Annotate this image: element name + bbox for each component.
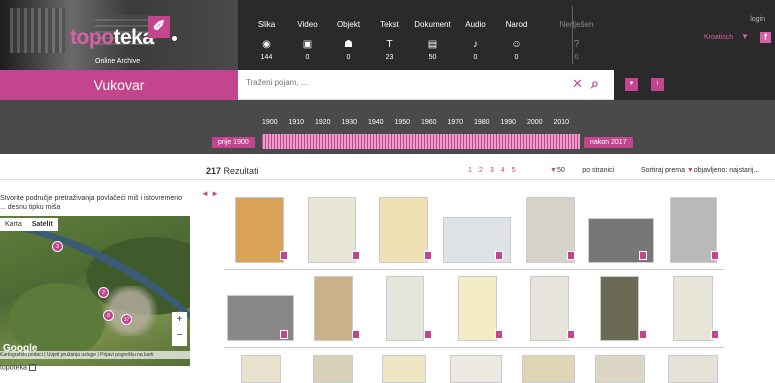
place-title: Vukovar (0, 70, 238, 100)
camera-icon (711, 251, 719, 260)
zoom-control[interactable]: + − (172, 312, 187, 346)
result-thumbnail[interactable] (386, 276, 424, 341)
result-thumbnail[interactable] (595, 355, 645, 383)
category-video[interactable]: Video ▣ 0 (287, 0, 328, 70)
map-pin[interactable]: 37 (121, 314, 132, 325)
search-input[interactable] (246, 78, 546, 87)
result-thumbnail[interactable] (522, 355, 575, 383)
document-icon (567, 251, 575, 260)
tab-satelit[interactable]: Satelit (27, 218, 58, 231)
topoteka-checkbox[interactable]: topoteka (0, 364, 36, 371)
info-icon[interactable]: i (651, 78, 664, 91)
text-icon: T (386, 39, 393, 50)
timeline-slider[interactable] (262, 134, 580, 149)
caret-down-icon: ▼ (550, 167, 557, 174)
caret-down-icon: ▼ (686, 167, 694, 174)
result-thumbnail[interactable] (530, 276, 569, 341)
document-icon (424, 330, 432, 339)
login-link[interactable]: login (750, 16, 765, 23)
clear-icon[interactable]: ✕ (572, 76, 583, 92)
timeline-after[interactable]: nakon 2017 (584, 137, 633, 148)
category-narod[interactable]: Narod ☺ 0 (496, 0, 537, 70)
filter-caret-icon[interactable]: ▼ (625, 78, 638, 91)
page-link[interactable]: 3 (490, 167, 494, 174)
document-icon (280, 251, 288, 260)
document-icon (567, 330, 575, 339)
row-divider (224, 347, 724, 348)
result-thumbnail[interactable] (458, 276, 497, 341)
checkbox-icon[interactable] (28, 364, 36, 371)
page-link[interactable]: 1 (468, 167, 472, 174)
category-tekst[interactable]: Tekst T 23 (369, 0, 410, 70)
map-instruction: Stvorite područje pretraživanja povlačeć… (0, 195, 183, 211)
camera-icon (280, 330, 288, 339)
result-thumbnail[interactable] (313, 355, 353, 383)
music-icon: ♪ (473, 39, 478, 50)
document-icon (495, 330, 503, 339)
document-icon (424, 251, 432, 260)
camera-icon (639, 251, 647, 260)
timeline-before[interactable]: prije 1900 (212, 137, 255, 148)
per-page-select[interactable]: ▼50 po stranici (550, 167, 614, 174)
bag-icon: ☗ (344, 39, 353, 50)
timeline-years: 1900 1910 1920 1930 1940 1950 1960 1970 1980 1990… (262, 119, 570, 126)
result-thumbnail[interactable] (382, 355, 426, 383)
facebook-icon[interactable]: f (760, 32, 771, 43)
result-thumbnail[interactable] (379, 197, 428, 263)
result-thumbnail[interactable] (668, 355, 718, 383)
logo-mark-icon: ✐ (148, 16, 170, 38)
row-divider (224, 269, 724, 270)
logo-dot (172, 36, 177, 41)
film-icon: ▣ (302, 39, 313, 50)
camera-icon: ◉ (262, 39, 271, 50)
tab-karta[interactable]: Karta (0, 218, 27, 231)
document-icon (495, 251, 503, 260)
zoom-out-icon[interactable]: − (172, 328, 187, 344)
search-icon[interactable]: ⌕ (591, 75, 599, 92)
result-thumbnail[interactable] (235, 197, 284, 263)
page-link[interactable]: 2 (479, 167, 483, 174)
map-footer[interactable]: Kartografski podaci | Uvjeti pružanja us… (0, 351, 190, 359)
map-pin[interactable]: 2 (98, 287, 109, 298)
logo-subtitle: Online Archive (95, 58, 141, 65)
person-icon: ☺ (511, 39, 522, 50)
result-thumbnail[interactable] (600, 276, 639, 341)
category-bar: Slika ◉ 144 Video ▣ 0 Objekt ☗ 0 Tekst T 23 Doku… (246, 0, 599, 70)
category-audio[interactable]: Audio ♪ 0 (455, 0, 496, 70)
search-box (238, 70, 614, 100)
document-icon (639, 330, 647, 339)
result-thumbnail[interactable] (314, 276, 353, 341)
document-icon (711, 330, 719, 339)
map-type-tabs: Karta Satelit (0, 218, 58, 231)
map-pin[interactable]: 8 (103, 310, 114, 321)
category-divider (572, 6, 573, 64)
results-count: 217 Rezultati (206, 166, 259, 176)
document-icon: ▤ (427, 39, 438, 50)
collapse-arrows-icon[interactable]: ◄ ► (201, 189, 219, 198)
result-thumbnail[interactable] (673, 276, 713, 341)
sort-select[interactable]: Sortiraj prema ▼objavljeno: najstarij... (641, 167, 759, 174)
zoom-in-icon[interactable]: + (172, 312, 187, 328)
map-pin[interactable]: 3 (52, 241, 63, 252)
result-thumbnail[interactable] (670, 197, 717, 263)
result-thumbnail[interactable] (450, 355, 502, 383)
language-select[interactable]: Kroatisch (704, 34, 733, 41)
pagination: 12345 (468, 167, 516, 174)
page-link[interactable]: 5 (512, 167, 516, 174)
document-icon (352, 330, 360, 339)
document-icon (352, 251, 360, 260)
category-nerljesen[interactable]: Nerlješen? 0 (554, 0, 599, 70)
caret-down-icon[interactable]: ▼ (741, 32, 749, 41)
category-objekt[interactable]: Objekt ☗ 0 (328, 0, 369, 70)
logo[interactable]: topoteka (70, 26, 154, 50)
category-dokument[interactable]: Dokument ▤ 50 (410, 0, 455, 70)
result-thumbnail[interactable] (308, 197, 356, 263)
category-slika[interactable]: Slika ◉ 144 (246, 0, 287, 70)
result-thumbnail[interactable] (241, 355, 281, 383)
page-link[interactable]: 4 (501, 167, 505, 174)
